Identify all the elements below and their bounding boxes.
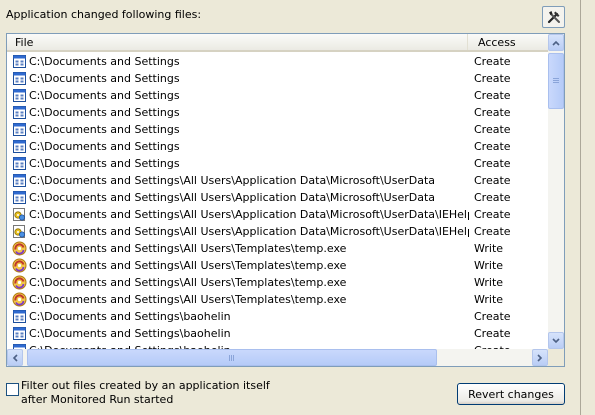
exe-file-icon [12,258,27,273]
chevron-left-icon [12,353,18,362]
table-row[interactable]: C:\Documents and Settings Create [7,53,548,70]
column-header-file[interactable]: File [7,34,468,50]
file-path: C:\Documents and Settings [29,157,180,170]
doc-file-icon [12,326,27,341]
access-type: Create [474,89,511,102]
file-path: C:\Documents and Settings\baohelin [29,327,231,340]
scrollbar-corner [548,349,564,366]
doc-file-icon [12,88,27,103]
horizontal-scroll-thumb[interactable] [27,349,437,366]
access-type: Create [474,174,511,187]
file-path: C:\Documents and Settings [29,72,180,85]
vertical-scrollbar[interactable] [548,34,564,349]
table-row[interactable]: C:\Documents and Settings\All Users\Temp… [7,274,548,291]
list-header: File Access [7,34,548,52]
panel-heading: Application changed following files: [6,8,202,21]
table-row[interactable]: C:\Documents and Settings\All Users\Temp… [7,257,548,274]
table-row[interactable]: C:\Documents and Settings\baohelin Create [7,325,548,342]
file-path: C:\Documents and Settings [29,89,180,102]
chevron-down-icon [552,337,560,343]
vertical-scroll-thumb[interactable] [548,53,564,109]
access-type: Create [474,225,511,238]
table-row[interactable]: C:\Documents and Settings\All Users\Temp… [7,240,548,257]
access-type: Create [474,55,511,68]
filter-checkbox[interactable] [6,383,19,396]
access-type: Create [474,208,511,221]
tools-icon [547,11,560,24]
dll-file-icon [12,224,27,239]
scroll-left-button[interactable] [7,349,23,366]
table-row[interactable]: C:\Documents and Settings Create [7,87,548,104]
dll-file-icon [12,207,27,222]
doc-file-icon [12,54,27,69]
table-row[interactable]: C:\Documents and Settings Create [7,104,548,121]
doc-file-icon [12,173,27,188]
doc-file-icon [12,71,27,86]
file-path: C:\Documents and Settings\All Users\Temp… [29,242,347,255]
access-type: Write [474,293,504,306]
exe-file-icon [12,241,27,256]
file-path: C:\Documents and Settings [29,106,180,119]
file-path: C:\Documents and Settings\All Users\Appl… [29,174,435,187]
changed-files-panel: Application changed following files: Fil… [0,0,580,415]
file-path: C:\Documents and Settings\All Users\Appl… [29,191,435,204]
doc-file-icon [12,190,27,205]
table-row[interactable]: C:\Documents and Settings\baohelin Create [7,342,548,349]
table-row[interactable]: C:\Documents and Settings\All Users\Temp… [7,291,548,308]
access-type: Create [474,191,511,204]
chevron-right-icon [537,353,543,362]
table-row[interactable]: C:\Documents and Settings\All Users\Appl… [7,189,548,206]
access-type: Write [474,276,504,289]
exe-file-icon [12,292,27,307]
doc-file-icon [12,139,27,154]
file-path: C:\Documents and Settings [29,55,180,68]
table-row[interactable]: C:\Documents and Settings\baohelin Create [7,308,548,325]
revert-changes-button[interactable]: Revert changes [457,383,565,405]
access-type: Write [474,242,504,255]
table-row[interactable]: C:\Documents and Settings Create [7,155,548,172]
scroll-right-button[interactable] [532,349,548,366]
table-row[interactable]: C:\Documents and Settings Create [7,138,548,155]
doc-file-icon [12,156,27,171]
exe-file-icon [12,275,27,290]
access-type: Create [474,342,511,349]
access-type: Create [474,157,511,170]
changed-files-list[interactable]: File Access C:\Documents and Settings Cre… [6,33,565,367]
column-header-access[interactable]: Access [468,34,548,50]
table-row[interactable]: C:\Documents and Settings\All Users\Appl… [7,206,548,223]
grip-icon [553,78,559,83]
table-row[interactable]: C:\Documents and Settings\All Users\Appl… [7,223,548,240]
access-type: Create [474,327,511,340]
file-path: C:\Documents and Settings [29,123,180,136]
window-edge [580,0,581,415]
access-type: Create [474,123,511,136]
file-path: C:\Documents and Settings\baohelin [29,310,231,323]
filter-checkbox-label[interactable]: Filter out files created by an applicati… [21,379,281,407]
access-type: Create [474,72,511,85]
access-type: Create [474,106,511,119]
file-path: C:\Documents and Settings\All Users\Appl… [29,225,469,238]
table-row[interactable]: C:\Documents and Settings Create [7,121,548,138]
access-type: Write [474,259,504,272]
doc-file-icon [12,309,27,324]
table-row[interactable]: C:\Documents and Settings Create [7,70,548,87]
horizontal-scrollbar[interactable] [7,349,548,366]
file-path: C:\Documents and Settings\baohelin [29,342,469,349]
doc-file-icon [12,122,27,137]
access-type: Create [474,140,511,153]
file-path: C:\Documents and Settings\All Users\Temp… [29,259,347,272]
list-rows: C:\Documents and Settings Create C:\Docume… [7,53,548,349]
file-path: C:\Documents and Settings\All Users\Temp… [29,293,347,306]
scroll-down-button[interactable] [548,332,564,349]
chevron-up-icon [552,40,560,46]
file-path: C:\Documents and Settings\All Users\Appl… [29,208,469,221]
access-type: Create [474,310,511,323]
tools-button[interactable] [542,6,565,28]
grip-icon [229,354,234,361]
scroll-up-button[interactable] [548,34,564,51]
doc-file-icon [12,105,27,120]
file-path: C:\Documents and Settings [29,140,180,153]
table-row[interactable]: C:\Documents and Settings\All Users\Appl… [7,172,548,189]
file-path: C:\Documents and Settings\All Users\Temp… [29,276,347,289]
